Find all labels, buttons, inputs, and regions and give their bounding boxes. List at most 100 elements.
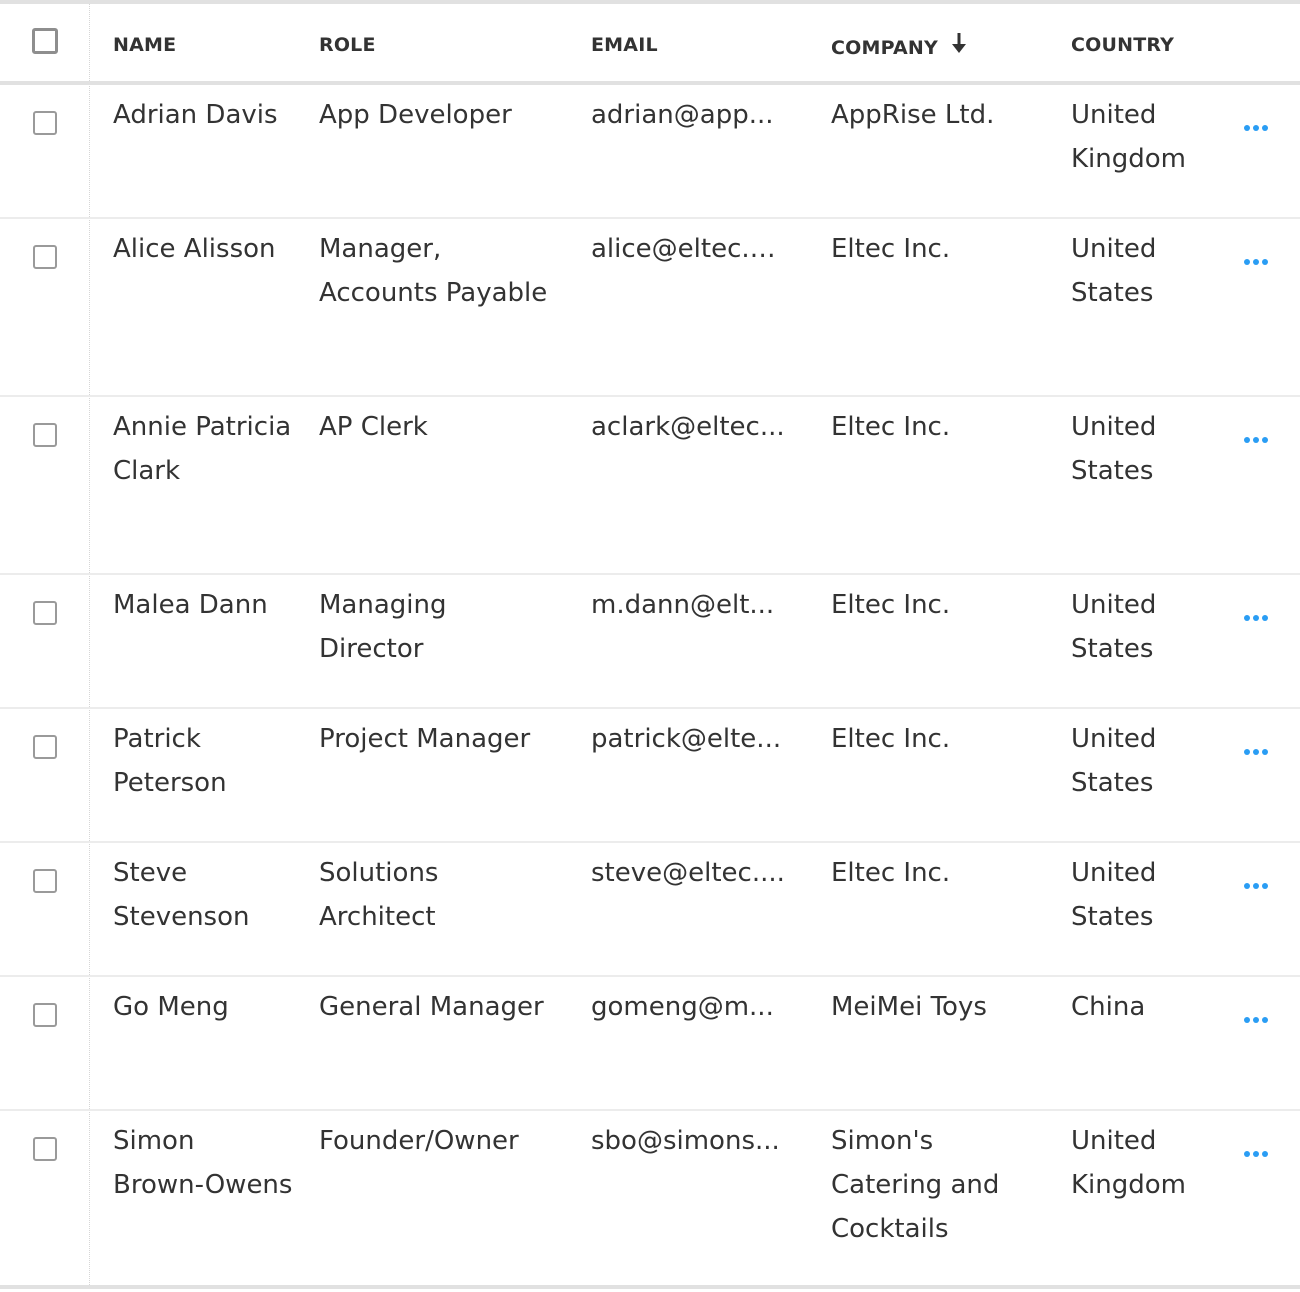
row-checkbox[interactable] [32,735,57,759]
cell-name: Steve Stevenson [113,851,293,939]
table-row: Steve Stevenson Solutions Architect stev… [0,843,1300,977]
more-horizontal-icon[interactable] [1244,1017,1274,1023]
cell-email: m.dann@elt... [591,583,801,627]
name-text: Steve Stevenson [113,858,250,932]
more-horizontal-icon[interactable] [1244,749,1274,755]
table-row: Adrian Davis App Developer adrian@app...… [0,85,1300,219]
email-text: alice@eltec.c... [591,234,787,264]
row-checkbox[interactable] [32,1137,57,1161]
cell-email: steve@eltec.... [591,851,801,895]
column-header-company[interactable]: COMPANY [831,33,1041,59]
more-horizontal-icon[interactable] [1244,1151,1274,1157]
company-text: MeiMei Toys [831,992,987,1022]
name-text: Adrian Davis [113,100,278,130]
row-checkbox[interactable] [32,601,57,625]
country-text: United States [1071,234,1157,308]
company-text: AppRise Ltd. [831,100,995,130]
email-text: patrick@elte... [591,724,782,754]
cell-name: Annie Patricia Clark [113,405,293,493]
more-horizontal-icon[interactable] [1244,615,1274,621]
email-text: adrian@app... [591,100,774,130]
more-horizontal-icon[interactable] [1244,259,1274,265]
column-header-country-label: COUNTRY [1071,34,1175,56]
row-select-cell [0,1003,89,1027]
row-actions-cell [1244,1135,1274,1157]
table-row: Alice Alisson Manager, Accounts Payable … [0,219,1300,397]
more-horizontal-icon[interactable] [1244,883,1274,889]
country-text: United States [1071,590,1157,664]
table-row: Patrick Peterson Project Manager patrick… [0,709,1300,843]
column-header-role-label: ROLE [319,34,376,56]
country-text: United States [1071,858,1157,932]
column-header-email[interactable]: EMAIL [591,34,801,56]
cell-role: AP Clerk [319,405,559,449]
cell-name: Simon Brown-Owens [113,1119,293,1207]
cell-country: China [1071,985,1221,1029]
cell-email: sbo@simons... [591,1119,801,1163]
cell-email: alice@eltec.c... [591,227,801,271]
country-text: United States [1071,724,1157,798]
cell-name: Patrick Peterson [113,717,293,805]
cell-country: United States [1071,227,1221,315]
row-actions-cell [1244,599,1274,621]
cell-company: Eltec Inc. [831,583,1041,627]
column-header-name[interactable]: NAME [113,34,293,56]
cell-role: Project Manager [319,717,559,761]
cell-company: Simon's Catering and Cocktails [831,1119,1041,1251]
cell-name: Alice Alisson [113,227,293,271]
cell-company: MeiMei Toys [831,985,1041,1029]
table-row: Annie Patricia Clark AP Clerk aclark@elt… [0,397,1300,575]
select-all-cell [0,28,89,54]
cell-role: General Manager [319,985,559,1029]
table-row: Simon Brown-Owens Founder/Owner sbo@simo… [0,1111,1300,1289]
email-text: steve@eltec.... [591,858,785,888]
cell-country: United Kingdom [1071,1119,1221,1207]
row-actions-cell [1244,1001,1274,1023]
column-header-email-label: EMAIL [591,34,658,56]
row-checkbox[interactable] [32,869,57,893]
role-text: Project Manager [319,724,531,754]
more-horizontal-icon[interactable] [1244,437,1274,443]
row-actions-cell [1244,733,1274,755]
row-select-cell [0,869,89,893]
name-text: Go Meng [113,992,229,1022]
row-checkbox[interactable] [32,111,57,135]
cell-name: Adrian Davis [113,93,293,137]
cell-country: United States [1071,851,1221,939]
row-actions-cell [1244,243,1274,265]
contacts-table: NAME ROLE EMAIL COMPANY COUNTRY Adrian D… [0,0,1300,1289]
more-horizontal-icon[interactable] [1244,125,1274,131]
country-text: United Kingdom [1071,100,1186,174]
column-header-country[interactable]: COUNTRY [1071,34,1221,56]
cell-name: Go Meng [113,985,293,1029]
cell-country: United States [1071,405,1221,493]
row-select-cell [0,245,89,269]
table-row: Go Meng General Manager gomeng@m... MeiM… [0,977,1300,1111]
role-text: AP Clerk [319,412,428,442]
company-text: Eltec Inc. [831,234,951,264]
name-text: Patrick Peterson [113,724,227,798]
cell-role: Solutions Architect [319,851,559,939]
name-text: Malea Dann [113,590,268,620]
role-text: App Developer [319,100,512,130]
cell-country: United States [1071,717,1221,805]
country-text: United States [1071,412,1157,486]
row-actions-cell [1244,109,1274,131]
row-checkbox[interactable] [32,245,57,269]
email-text: m.dann@elt... [591,590,775,620]
column-header-name-label: NAME [113,34,177,56]
row-checkbox[interactable] [32,423,57,447]
column-header-role[interactable]: ROLE [319,34,559,56]
company-text: Eltec Inc. [831,590,951,620]
cell-company: AppRise Ltd. [831,93,1041,137]
company-text: Eltec Inc. [831,412,951,442]
company-text: Eltec Inc. [831,724,951,754]
row-actions-cell [1244,421,1274,443]
role-text: Managing Director [319,590,447,664]
arrow-down-icon[interactable] [951,33,966,58]
role-text: Manager, Accounts Payable [319,234,548,308]
select-all-checkbox[interactable] [31,28,58,54]
company-text: Simon's Catering and Cocktails [831,1126,1000,1244]
table-row: Malea Dann Managing Director m.dann@elt.… [0,575,1300,709]
row-checkbox[interactable] [32,1003,57,1027]
